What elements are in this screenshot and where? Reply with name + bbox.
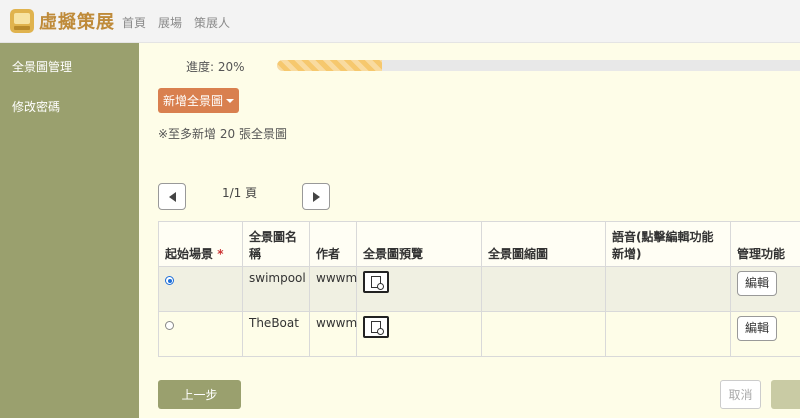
nav-home[interactable]: 首頁	[122, 14, 146, 31]
progress-fill	[277, 60, 382, 71]
author-cell: wwwm	[309, 311, 357, 357]
prev-page-button[interactable]	[158, 183, 186, 210]
manage-cell: 編輯	[730, 266, 800, 312]
cancel-button[interactable]: 取消	[720, 380, 761, 409]
next-step-button[interactable]	[771, 380, 800, 409]
start-scene-radio[interactable]	[165, 276, 174, 285]
sidebar-item-change-password[interactable]: 修改密碼	[12, 98, 60, 115]
audio-cell	[605, 266, 731, 312]
col-manage: 管理功能	[730, 221, 800, 267]
progress-bar	[277, 60, 800, 71]
table-header-row: 起始場景 * 全景圖名稱 作者 全景圖預覽 全景圖縮圖 語音(點擊編輯功能新增)…	[158, 221, 800, 267]
panorama-table: 起始場景 * 全景圖名稱 作者 全景圖預覽 全景圖縮圖 語音(點擊編輯功能新增)…	[158, 221, 800, 357]
start-scene-radio[interactable]	[165, 321, 174, 330]
arrow-right-icon	[312, 191, 320, 202]
start-scene-cell	[158, 266, 243, 312]
col-name: 全景圖名稱	[242, 221, 310, 267]
preview-button[interactable]	[363, 271, 389, 293]
col-preview: 全景圖預覽	[356, 221, 482, 267]
audio-cell	[605, 311, 731, 357]
col-audio: 語音(點擊編輯功能新增)	[605, 221, 731, 267]
table-row: TheBoat wwwm 編輯	[158, 311, 800, 357]
name-cell: TheBoat	[242, 311, 310, 357]
table-row: swimpool wwwm 編輯	[158, 266, 800, 312]
preview-button[interactable]	[363, 316, 389, 338]
top-nav: 首頁 展場 策展人	[122, 14, 230, 31]
col-thumbnail: 全景圖縮圖	[481, 221, 606, 267]
page-info: 1/1 頁	[222, 186, 258, 200]
main-content: 進度: 20% 新增全景圖 ※至多新增 20 張全景圖 1/1 頁 起始場景 *…	[139, 43, 800, 418]
arrow-left-icon	[168, 191, 176, 202]
sidebar-item-panorama-management[interactable]: 全景圖管理	[12, 58, 72, 75]
preview-document-icon	[371, 321, 384, 335]
next-page-button[interactable]	[302, 183, 330, 210]
start-scene-cell	[158, 311, 243, 357]
col-start-scene: 起始場景 *	[158, 221, 243, 267]
preview-document-icon	[371, 276, 384, 290]
required-mark: *	[217, 247, 224, 261]
col-author: 作者	[309, 221, 357, 267]
logo-text: 虛擬策展	[39, 12, 115, 33]
edit-button[interactable]: 編輯	[737, 316, 777, 341]
caret-down-icon	[226, 98, 234, 103]
add-panorama-button[interactable]: 新增全景圖	[158, 88, 239, 113]
top-bar: 虛擬策展 首頁 展場 策展人	[0, 0, 800, 43]
limit-note: ※至多新增 20 張全景圖	[158, 127, 287, 141]
sidebar: 全景圖管理 修改密碼	[0, 43, 139, 418]
previous-step-button[interactable]: 上一步	[158, 380, 241, 409]
progress-label: 進度: 20%	[186, 60, 245, 74]
author-cell: wwwm	[309, 266, 357, 312]
thumbnail-cell	[481, 311, 606, 357]
preview-cell	[356, 266, 482, 312]
name-cell: swimpool	[242, 266, 310, 312]
thumbnail-cell	[481, 266, 606, 312]
logo-icon	[10, 9, 34, 33]
nav-exhibition[interactable]: 展場	[158, 14, 182, 31]
add-panorama-label: 新增全景圖	[162, 94, 223, 108]
nav-curator[interactable]: 策展人	[194, 14, 230, 31]
logo[interactable]: 虛擬策展	[10, 8, 115, 34]
preview-cell	[356, 311, 482, 357]
edit-button[interactable]: 編輯	[737, 271, 777, 296]
manage-cell: 編輯	[730, 311, 800, 357]
